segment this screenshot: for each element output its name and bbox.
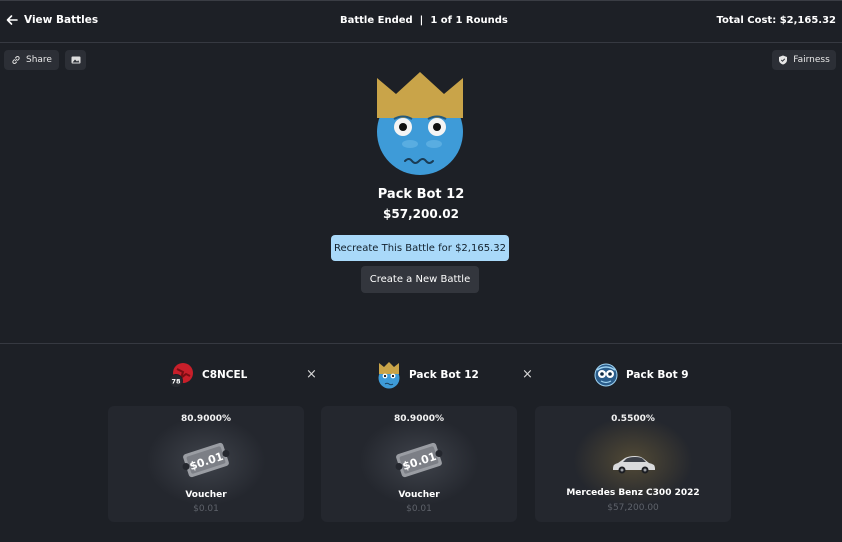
winner-amount: $57,200.02 bbox=[383, 207, 459, 221]
image-button[interactable] bbox=[65, 50, 86, 70]
blue-bot-avatar-icon bbox=[594, 363, 618, 387]
player-pack-bot-9[interactable]: Pack Bot 9 bbox=[594, 362, 689, 388]
player-level-badge: 78 bbox=[171, 378, 181, 386]
create-new-battle-button[interactable]: Create a New Battle bbox=[361, 266, 479, 293]
drop-chance: 80.9000% bbox=[180, 414, 231, 424]
item-name: Voucher bbox=[398, 490, 440, 500]
view-battles-link[interactable]: View Battles bbox=[6, 14, 98, 26]
item-value: $0.01 bbox=[406, 504, 432, 514]
fairness-label: Fairness bbox=[793, 55, 830, 65]
player-name: Pack Bot 9 bbox=[626, 369, 689, 381]
drop-chance: 80.9000% bbox=[393, 414, 444, 424]
section-divider bbox=[0, 343, 842, 344]
item-card[interactable]: 0.5500% Mercedes Benz C300 2022 $57,200.… bbox=[535, 406, 731, 522]
crown-icon bbox=[377, 72, 463, 118]
drop-chance: 0.5500% bbox=[611, 414, 655, 424]
versus-icon: × bbox=[306, 367, 317, 382]
player-pack-bot-12[interactable]: Pack Bot 12 bbox=[377, 362, 479, 389]
winner-name: Pack Bot 12 bbox=[377, 187, 465, 202]
shield-icon bbox=[779, 55, 788, 65]
total-cost: Total Cost: $2,165.32 bbox=[716, 15, 836, 26]
status-separator: | bbox=[419, 15, 424, 26]
share-button[interactable]: Share bbox=[4, 50, 59, 70]
link-icon bbox=[12, 56, 20, 64]
winner-avatar bbox=[377, 72, 463, 175]
rounds-counter: 1 of 1 Rounds bbox=[430, 15, 508, 26]
player-c8ncel[interactable]: 78 C8NCEL bbox=[168, 362, 247, 388]
battle-status-text: Battle Ended bbox=[340, 15, 413, 26]
voucher-icon: $0.01 bbox=[182, 442, 230, 478]
player-name: Pack Bot 12 bbox=[409, 369, 479, 381]
view-battles-label: View Battles bbox=[24, 14, 99, 26]
voucher-icon: $0.01 bbox=[395, 442, 443, 478]
versus-icon: × bbox=[522, 367, 533, 382]
arrow-left-icon bbox=[6, 15, 18, 25]
player-name: C8NCEL bbox=[202, 369, 248, 381]
item-value: $57,200.00 bbox=[607, 503, 659, 513]
red-avatar-icon: 78 bbox=[169, 363, 193, 388]
recreate-battle-button[interactable]: Recreate This Battle for $2,165.32 bbox=[331, 235, 509, 261]
fairness-button[interactable]: Fairness bbox=[772, 50, 836, 70]
item-name: Mercedes Benz C300 2022 bbox=[566, 488, 700, 498]
share-label: Share bbox=[26, 55, 52, 65]
item-name: Voucher bbox=[185, 490, 227, 500]
item-value: $0.01 bbox=[193, 504, 219, 514]
item-card[interactable]: 80.9000% $0.01 Voucher $0.01 bbox=[321, 406, 517, 522]
image-icon bbox=[71, 56, 80, 64]
battle-header: View Battles Battle Ended | 1 of 1 Rounds … bbox=[0, 1, 842, 43]
crown-bot-avatar-icon bbox=[378, 362, 400, 389]
battle-status: Battle Ended | 1 of 1 Rounds bbox=[340, 15, 508, 26]
item-card[interactable]: 80.9000% $0.01 Voucher $0.01 bbox=[108, 406, 304, 522]
car-icon bbox=[613, 456, 655, 474]
